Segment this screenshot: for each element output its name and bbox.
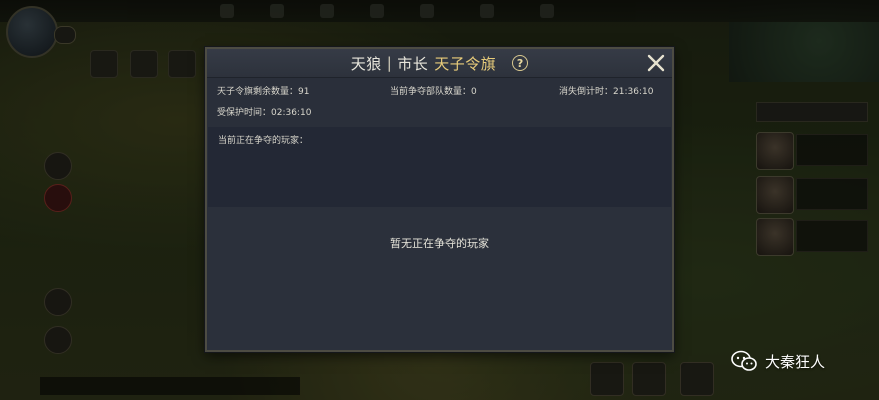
flag-info-dialog: 天狼 | 市长 天子令旗 ? 天子令旗剩余数量：91 当前争夺部队数量：0 消失… bbox=[205, 47, 674, 352]
dialog-title: 天狼 | 市长 天子令旗 ? bbox=[207, 49, 672, 77]
protection-time: 受保护时间：02:36:10 bbox=[217, 108, 312, 118]
close-x-icon bbox=[647, 54, 665, 72]
game-screen: 天狼 | 市长 天子令旗 ? 天子令旗剩余数量：91 当前争夺部队数量：0 消失… bbox=[0, 0, 879, 400]
question-circle-icon[interactable]: ? bbox=[512, 55, 529, 71]
title-flag: 天子令旗 bbox=[434, 54, 497, 73]
countdown: 消失倒计时：21:36:10 bbox=[559, 87, 654, 97]
flags-remaining: 天子令旗剩余数量：91 bbox=[217, 87, 310, 97]
title-role: 市长 bbox=[397, 54, 429, 73]
contenders-panel: 当前正在争夺的玩家： bbox=[208, 127, 671, 207]
contenders-label: 当前正在争夺的玩家： bbox=[218, 136, 309, 146]
title-city: 天狼 bbox=[350, 54, 382, 73]
contending-troops: 当前争夺部队数量：0 bbox=[390, 87, 477, 97]
watermark: 大秦狂人 bbox=[731, 347, 825, 375]
empty-message: 暂无正在争夺的玩家 bbox=[390, 237, 489, 250]
watermark-text: 大秦狂人 bbox=[765, 352, 826, 371]
title-separator: | bbox=[386, 54, 393, 72]
close-button[interactable] bbox=[644, 51, 668, 75]
contenders-list: 暂无正在争夺的玩家 bbox=[208, 207, 671, 350]
wechat-icon bbox=[731, 350, 757, 371]
stats-row: 天子令旗剩余数量：91 当前争夺部队数量：0 消失倒计时：21:36:10 bbox=[207, 84, 672, 98]
